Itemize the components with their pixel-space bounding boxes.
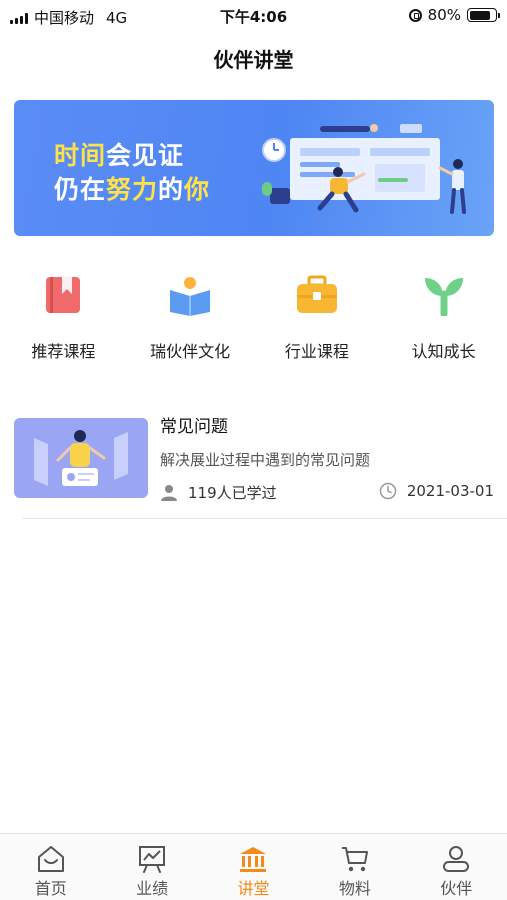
tab-label: 业绩: [136, 879, 169, 898]
sprout-icon: [421, 272, 467, 318]
status-right: 80%: [408, 6, 500, 24]
chart-board-icon: [139, 846, 166, 873]
tab-label: 伙伴: [440, 879, 473, 898]
tab-materials[interactable]: 物料: [304, 834, 405, 900]
rotation-lock-icon: [408, 8, 422, 22]
tab-label: 物料: [338, 879, 371, 898]
cart-icon: [341, 847, 368, 872]
banner-line1: 时间会见证: [54, 136, 184, 172]
category-growth[interactable]: 认知成长: [380, 272, 507, 362]
learners-count: 119人已学过: [188, 484, 277, 502]
category-grid: 推荐课程 瑞伙伴文化 行业课程 认知成长: [0, 272, 507, 362]
bank-building-icon: [240, 847, 267, 872]
reading-person-icon: [167, 272, 213, 318]
banner-highlight: 时间: [54, 141, 107, 170]
banner-highlight: 你: [184, 175, 211, 204]
tab-label: 首页: [34, 879, 67, 898]
category-recommended[interactable]: 推荐课程: [0, 272, 127, 362]
person-icon: [161, 484, 177, 501]
tab-performance[interactable]: 业绩: [101, 834, 202, 900]
clock-icon: [379, 482, 397, 500]
promo-banner[interactable]: 时间会见证 仍在努力的你: [14, 100, 494, 236]
page-title: 伙伴讲堂: [213, 48, 294, 72]
tab-lecture[interactable]: 讲堂: [203, 834, 304, 900]
category-industry[interactable]: 行业课程: [254, 272, 381, 362]
banner-text: 会见证: [106, 141, 185, 170]
category-label: 认知成长: [411, 342, 476, 361]
bookmark-book-icon: [40, 272, 86, 318]
course-date: 2021-03-01: [379, 482, 494, 500]
course-learners: 119人已学过: [160, 482, 277, 503]
battery-percent: 80%: [427, 6, 461, 24]
course-card[interactable]: 常见问题 解决展业过程中遇到的常见问题 119人已学过 2021-03-01: [14, 408, 494, 508]
category-label: 推荐课程: [31, 342, 96, 361]
publish-date: 2021-03-01: [406, 482, 494, 500]
tab-partner[interactable]: 伙伴: [406, 834, 507, 900]
course-thumbnail: [14, 418, 148, 498]
course-description: 解决展业过程中遇到的常见问题: [160, 451, 371, 469]
banner-text: 仍在: [54, 175, 107, 204]
tab-home[interactable]: 首页: [0, 834, 101, 900]
banner-line2: 仍在努力的你: [54, 170, 210, 206]
course-title: 常见问题: [160, 417, 228, 437]
category-label: 瑞伙伴文化: [150, 342, 231, 361]
category-label: 行业课程: [284, 342, 349, 361]
battery-icon: [467, 8, 500, 22]
category-culture[interactable]: 瑞伙伴文化: [127, 272, 254, 362]
tab-label: 讲堂: [237, 879, 270, 898]
banner-illustration: [262, 124, 466, 214]
status-bar: 中国移动 4G 下午4:06 80%: [0, 0, 507, 32]
banner-text: 的: [158, 175, 185, 204]
banner-highlight: 努力: [106, 175, 159, 204]
briefcase-icon: [294, 272, 340, 318]
home-icon: [37, 846, 64, 872]
divider: [22, 518, 507, 519]
bottom-tab-bar: 首页 业绩 讲堂 物料 伙伴: [0, 833, 507, 900]
person-icon: [443, 846, 470, 872]
